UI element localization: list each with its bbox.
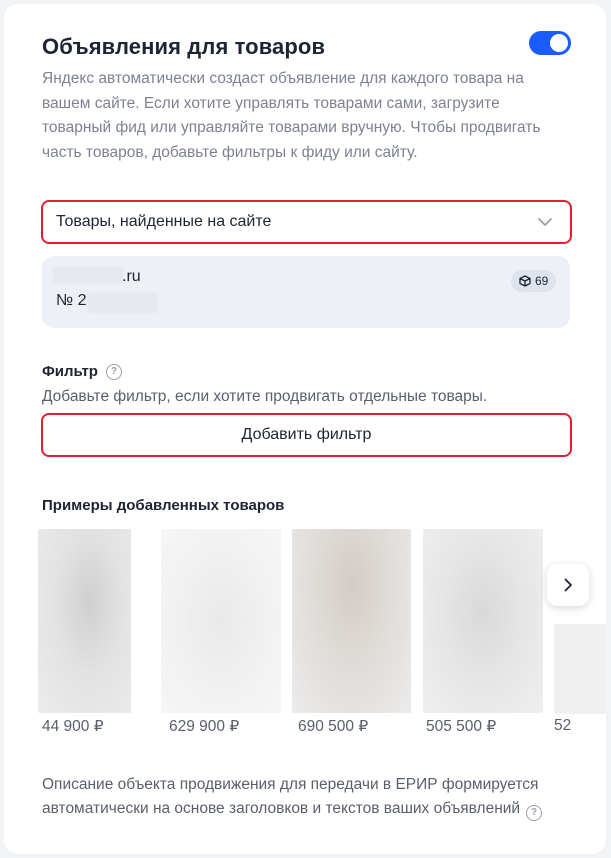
section-title: Объявления для товаров	[42, 34, 326, 59]
examples-title: Примеры добавленных товаров	[42, 497, 285, 514]
domain-redacted	[53, 266, 123, 284]
product-image[interactable]	[292, 529, 411, 713]
product-ads-card: Объявления для товаров Яндекс автоматиче…	[4, 4, 606, 854]
chevron-down-icon	[538, 218, 552, 226]
filter-description: Добавьте фильтр, если хотите продвигать …	[42, 388, 488, 405]
help-icon[interactable]: ?	[105, 363, 122, 380]
product-ads-toggle[interactable]	[529, 31, 571, 55]
erir-note: Описание объекта продвижения для передач…	[42, 773, 572, 821]
chevron-right-icon	[564, 578, 572, 592]
filter-heading: Фильтр ?	[42, 363, 122, 380]
product-count-badge: 69	[511, 270, 557, 292]
source-select[interactable]: Товары, найденные на сайте	[41, 200, 572, 244]
source-number: № 2	[56, 292, 87, 309]
add-filter-button[interactable]: Добавить фильтр	[41, 413, 572, 457]
product-count: 69	[535, 274, 549, 288]
box-icon	[519, 275, 531, 287]
filter-title: Фильтр	[42, 363, 98, 380]
product-price: 52	[554, 717, 572, 734]
product-price: 690 500 ₽	[298, 718, 369, 735]
source-domain: .ru	[122, 268, 141, 285]
source-select-value: Товары, найденные на сайте	[56, 213, 272, 230]
product-image[interactable]	[554, 624, 606, 714]
erir-note-text: Описание объекта продвижения для передач…	[42, 776, 539, 817]
source-card: .ru № 2 69	[42, 256, 570, 328]
product-image[interactable]	[161, 529, 281, 713]
help-icon[interactable]: ?	[526, 805, 543, 821]
product-image[interactable]	[423, 529, 543, 713]
number-redacted	[88, 293, 158, 313]
product-price: 44 900 ₽	[42, 718, 104, 735]
toggle-knob	[550, 34, 568, 52]
section-description: Яндекс автоматически создаст объявление …	[42, 70, 541, 161]
product-image[interactable]	[38, 529, 131, 713]
carousel-next-button[interactable]	[547, 564, 589, 606]
product-price: 505 500 ₽	[426, 718, 497, 735]
product-price: 629 900 ₽	[169, 718, 240, 735]
